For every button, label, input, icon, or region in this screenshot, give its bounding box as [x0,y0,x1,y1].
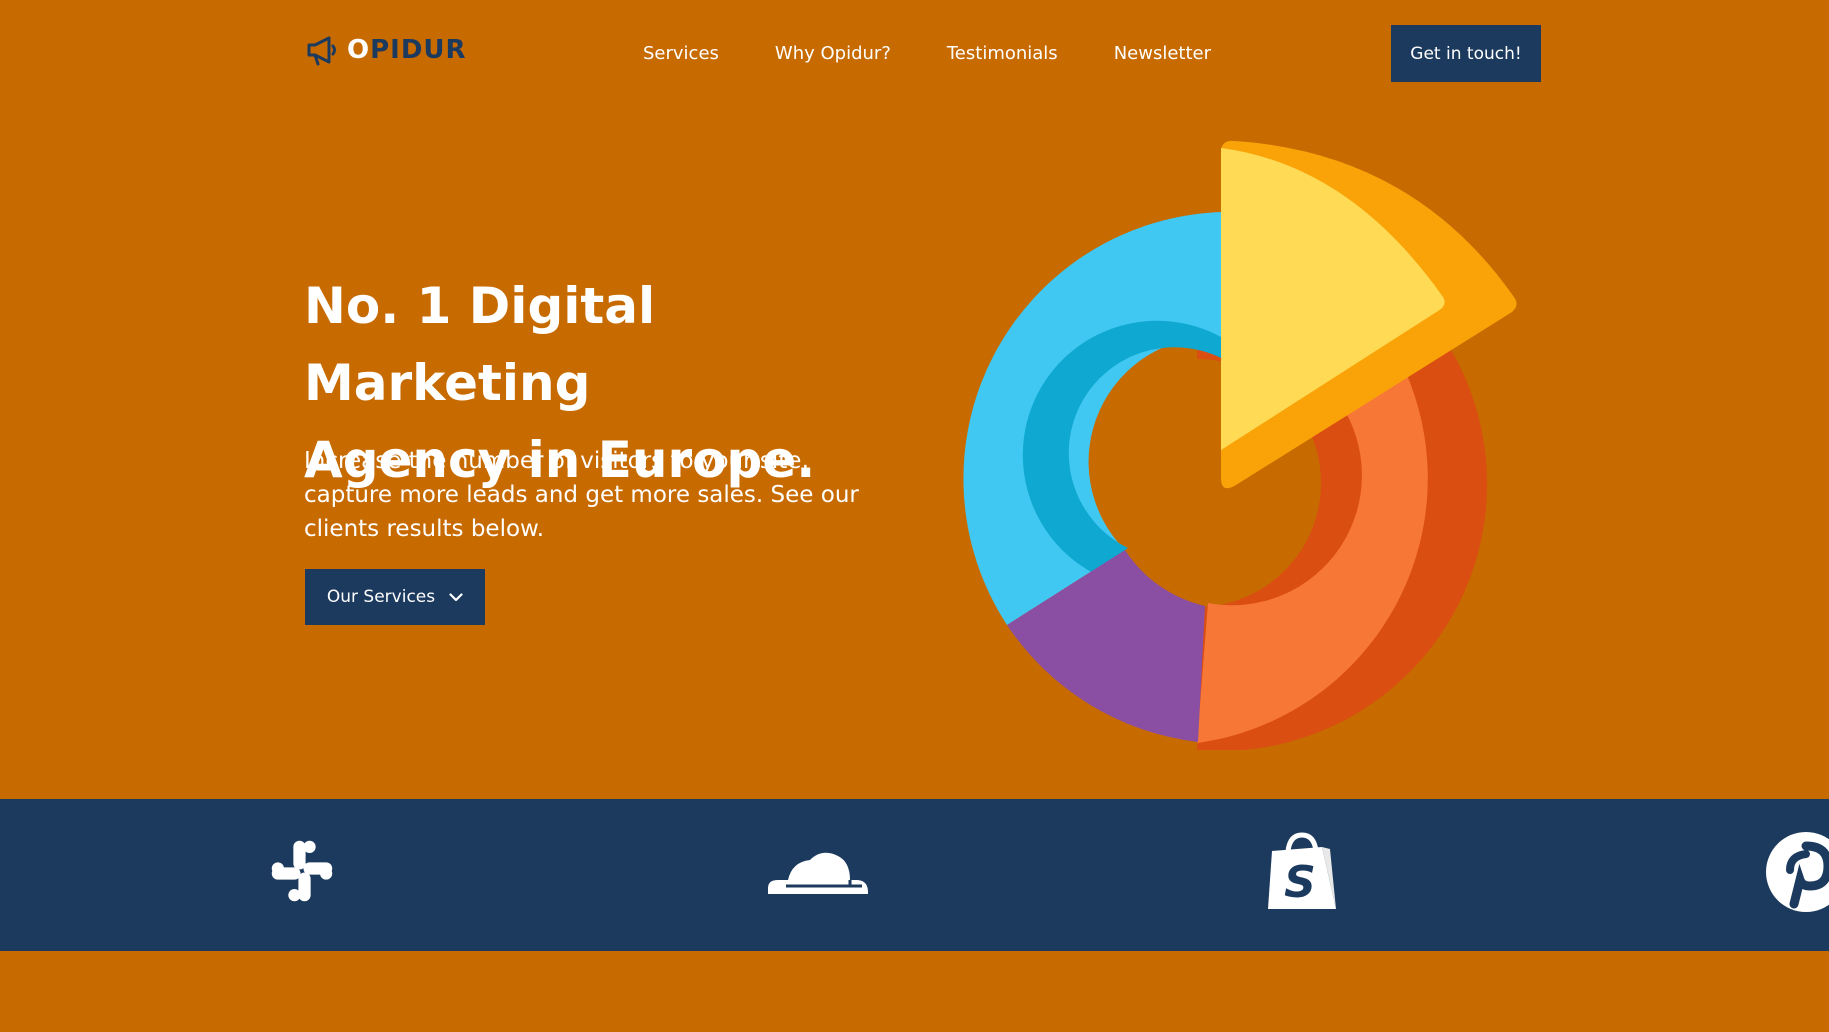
logo-text: OPIDUR [347,34,467,66]
hero-title-line-1: No. 1 Digital Marketing [304,277,656,412]
cloudflare-logo[interactable] [766,844,870,894]
nav-services[interactable]: Services [643,42,719,66]
opidur-logo[interactable]: OPIDUR [305,33,467,67]
slack-logo[interactable] [266,835,338,907]
nav-testimonials[interactable]: Testimonials [947,42,1058,66]
shopify-logo[interactable]: S [1266,831,1338,913]
logo-letters-rest: PIDUR [370,35,467,65]
pinterest-logo[interactable] [1766,832,1829,912]
logo-letter-o: O [347,35,371,65]
main-nav: Services Why Opidur? Testimonials Newsle… [643,42,1211,66]
client-logos-band: S [0,799,1829,951]
chevron-down-icon [449,592,463,601]
get-in-touch-button[interactable]: Get in touch! [1391,25,1541,82]
our-services-label: Our Services [326,587,436,607]
our-services-button[interactable]: Our Services [305,569,485,625]
hero-subtitle: Increase the number of visitors to your … [304,448,859,542]
nav-newsletter[interactable]: Newsletter [1114,42,1211,66]
site-header: OPIDUR Services Why Opidur? Testimonials… [0,0,1829,110]
megaphone-icon [307,36,336,66]
nav-why-opidur[interactable]: Why Opidur? [775,42,891,66]
svg-text:S: S [1284,857,1316,908]
donut-chart-illustration [963,140,1517,750]
